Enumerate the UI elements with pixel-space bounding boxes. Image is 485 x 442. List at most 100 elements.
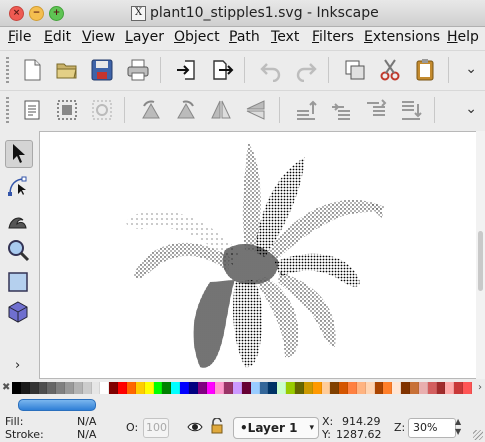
rotate-ccw-icon[interactable]	[139, 98, 163, 122]
zoom-stepper-icon[interactable]: ▲ ▼	[455, 417, 465, 437]
tweak-tool[interactable]	[6, 208, 32, 234]
rotate-cw-icon[interactable]	[174, 98, 198, 122]
palette-scroll-left-icon[interactable]: ✖	[2, 382, 10, 393]
color-swatch[interactable]	[82, 382, 92, 394]
color-swatch[interactable]	[303, 382, 313, 394]
toolbox-more-chevron-icon[interactable]: ›	[15, 358, 20, 373]
color-swatch[interactable]	[118, 382, 127, 394]
color-swatch[interactable]	[197, 382, 207, 394]
node-tool[interactable]	[6, 174, 32, 200]
color-swatch[interactable]	[91, 382, 101, 394]
color-swatch[interactable]	[144, 382, 154, 394]
color-swatch[interactable]	[295, 382, 304, 394]
color-swatch[interactable]	[418, 382, 428, 394]
paste-icon[interactable]	[413, 58, 437, 82]
color-swatch[interactable]	[365, 382, 375, 394]
color-swatch[interactable]	[162, 382, 172, 394]
color-swatch[interactable]	[356, 382, 366, 394]
flip-horizontal-icon[interactable]	[209, 98, 233, 122]
menu-edit[interactable]: Edit	[44, 29, 71, 45]
color-swatch[interactable]	[374, 382, 384, 394]
color-swatch[interactable]	[171, 382, 181, 394]
menu-extensions[interactable]: Extensions	[364, 29, 440, 45]
color-swatch[interactable]	[286, 382, 295, 394]
color-swatch[interactable]	[312, 382, 322, 394]
palette-scroll-right-icon[interactable]: ›	[478, 382, 482, 393]
color-swatch[interactable]	[206, 382, 216, 394]
color-swatch[interactable]	[401, 382, 410, 394]
color-swatch[interactable]	[259, 382, 269, 394]
select-all-icon[interactable]	[55, 98, 79, 122]
palette-swatches[interactable]	[12, 382, 472, 394]
selector-tool[interactable]	[5, 140, 33, 168]
menu-layer[interactable]: Layer	[125, 29, 164, 45]
zoom-tool[interactable]	[6, 238, 32, 264]
color-swatch[interactable]	[445, 382, 455, 394]
color-swatch[interactable]	[330, 382, 340, 394]
lower-to-bottom-icon[interactable]	[399, 98, 423, 122]
color-swatch[interactable]	[339, 382, 349, 394]
horizontal-scroll-thumb[interactable]	[18, 399, 96, 411]
cut-icon[interactable]	[378, 58, 402, 82]
toolbar-grip[interactable]	[6, 57, 9, 83]
color-swatch[interactable]	[215, 382, 225, 394]
raise-to-top-icon[interactable]	[294, 98, 318, 122]
color-swatch[interactable]	[409, 382, 419, 394]
toolbar-grip[interactable]	[6, 97, 9, 123]
menu-help[interactable]: Help	[447, 29, 479, 45]
raise-icon[interactable]	[329, 98, 353, 122]
color-swatch[interactable]	[436, 382, 446, 394]
color-swatch[interactable]	[268, 382, 278, 394]
export-icon[interactable]	[210, 58, 234, 82]
horizontal-scrollbar[interactable]	[0, 397, 485, 411]
redo-icon[interactable]	[294, 58, 318, 82]
color-swatch[interactable]	[224, 382, 234, 394]
vertical-scrollbar[interactable]	[476, 131, 485, 379]
color-swatch[interactable]	[56, 382, 66, 394]
flip-vertical-icon[interactable]	[244, 98, 268, 122]
3d-box-tool[interactable]	[6, 300, 32, 326]
opacity-field[interactable]: 100	[143, 418, 169, 438]
maximize-window-button[interactable]: +	[49, 6, 64, 21]
toolbar-overflow-chevron-icon[interactable]: ⌄	[465, 101, 477, 117]
color-swatch[interactable]	[277, 382, 287, 394]
color-swatch[interactable]	[250, 382, 260, 394]
current-layer-dropdown[interactable]: •Layer 1 ▾	[233, 417, 319, 439]
document-properties-icon[interactable]	[20, 98, 44, 122]
fill-value[interactable]: N/A	[77, 415, 96, 428]
color-swatch[interactable]	[427, 382, 437, 394]
new-document-icon[interactable]	[20, 58, 44, 82]
color-swatch[interactable]	[463, 382, 472, 394]
menu-file[interactable]: File	[8, 29, 31, 45]
color-swatch[interactable]	[38, 382, 48, 394]
color-swatch[interactable]	[29, 382, 39, 394]
menu-object[interactable]: Object	[174, 29, 220, 45]
color-swatch[interactable]	[126, 382, 136, 394]
minimize-window-button[interactable]: −	[29, 6, 44, 21]
import-icon[interactable]	[175, 58, 199, 82]
color-swatch[interactable]	[188, 382, 198, 394]
color-swatch[interactable]	[12, 382, 21, 394]
color-swatch[interactable]	[65, 382, 74, 394]
toolbar-overflow-chevron-icon[interactable]: ⌄	[465, 61, 477, 77]
zoom-field[interactable]: 30%	[408, 418, 456, 438]
color-swatch[interactable]	[383, 382, 393, 394]
menu-path[interactable]: Path	[229, 29, 260, 45]
deselect-icon[interactable]	[90, 98, 114, 122]
color-swatch[interactable]	[100, 382, 110, 394]
print-icon[interactable]	[126, 58, 150, 82]
color-swatch[interactable]	[109, 382, 119, 394]
lower-icon[interactable]	[364, 98, 388, 122]
color-swatch[interactable]	[73, 382, 83, 394]
color-swatch[interactable]	[454, 382, 464, 394]
color-swatch[interactable]	[241, 382, 251, 394]
color-swatch[interactable]	[321, 382, 331, 394]
stroke-value[interactable]: N/A	[77, 428, 96, 441]
eye-icon[interactable]	[187, 420, 203, 434]
menu-view[interactable]: View	[82, 29, 115, 45]
lock-icon[interactable]	[210, 418, 224, 434]
color-swatch[interactable]	[233, 382, 242, 394]
color-swatch[interactable]	[47, 382, 57, 394]
open-icon[interactable]	[55, 58, 79, 82]
drawing-canvas[interactable]	[39, 131, 477, 379]
